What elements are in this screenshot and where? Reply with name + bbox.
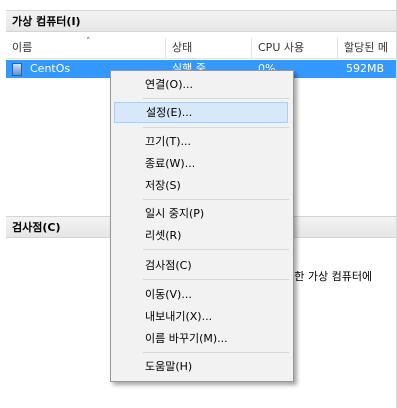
column-header-name[interactable]: 이름 ˄ <box>6 37 166 58</box>
menu-item-checkpoint[interactable]: 검사점(C) <box>114 255 288 276</box>
sort-ascending-icon: ˄ <box>86 37 91 47</box>
vm-section-title: 가상 컴퓨터(I) <box>12 15 81 28</box>
hyperv-manager-panel: 가상 컴퓨터(I) 이름 ˄ 상태 CPU 사용 할당된 메 CentOs 실행… <box>0 0 397 408</box>
menu-item-settings[interactable]: 설정(E)... <box>114 102 288 123</box>
menu-separator <box>143 352 289 353</box>
menu-item-pause[interactable]: 일시 중지(P) <box>114 203 288 224</box>
menu-item-save[interactable]: 저장(S) <box>114 175 288 196</box>
menu-separator <box>143 98 289 99</box>
menu-item-export[interactable]: 내보내기(X)... <box>114 306 288 327</box>
vm-name: CentOs <box>30 62 71 75</box>
checkpoint-section-title: 검사점(C) <box>12 221 61 234</box>
menu-separator <box>143 249 289 250</box>
menu-item-help[interactable]: 도움말(H) <box>114 356 288 377</box>
menu-item-move[interactable]: 이동(V)... <box>114 284 288 305</box>
column-header-memory[interactable]: 할당된 메 <box>338 38 396 58</box>
menu-item-turn-off[interactable]: 끄기(T)... <box>114 131 288 152</box>
virtual-machine-icon <box>12 63 22 76</box>
menu-separator <box>143 199 289 200</box>
menu-item-rename[interactable]: 이름 바꾸기(M)... <box>114 328 288 349</box>
column-header-state[interactable]: 상태 <box>166 38 252 58</box>
vm-memory: 592MB <box>346 62 385 75</box>
vm-column-headers: 이름 ˄ 상태 CPU 사용 할당된 메 <box>6 37 396 59</box>
column-header-cpu[interactable]: CPU 사용 <box>252 38 338 58</box>
menu-separator <box>143 127 289 128</box>
context-menu: 연결(O)... 설정(E)... 끄기(T)... 종료(W)... 저장(S… <box>110 70 294 382</box>
menu-separator <box>143 279 289 280</box>
menu-item-shut-down[interactable]: 종료(W)... <box>114 153 288 174</box>
menu-item-connect[interactable]: 연결(O)... <box>114 74 288 95</box>
vm-section-header: 가상 컴퓨터(I) <box>6 10 396 32</box>
menu-item-reset[interactable]: 리셋(R) <box>114 225 288 246</box>
